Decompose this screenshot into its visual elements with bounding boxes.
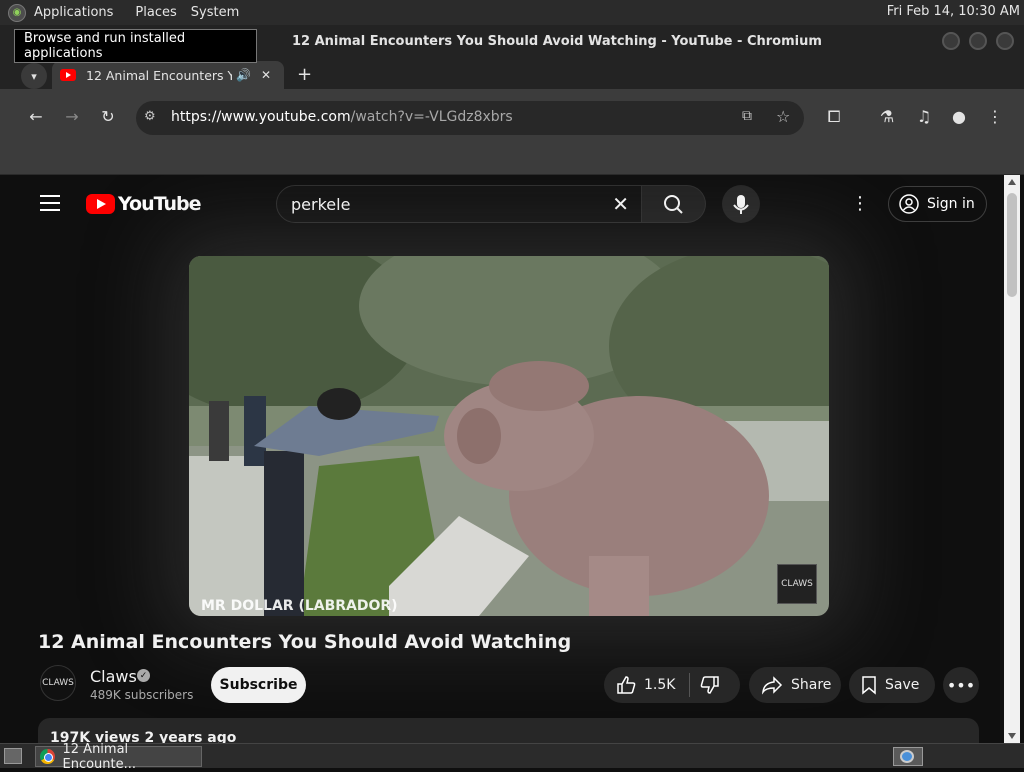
site-info-icon[interactable]: ⚙ — [144, 109, 156, 124]
description-box[interactable]: 197K views 2 years ago — [38, 718, 979, 743]
bookmark-star-icon[interactable]: ☆ — [776, 107, 790, 126]
tab-title: 12 Animal Encounters You Should Avoid Wa… — [86, 67, 232, 83]
youtube-logo[interactable]: YouTube — [86, 193, 201, 215]
scroll-up-icon[interactable] — [1008, 179, 1016, 185]
url-path: /watch?v=-VLGdz8xbrs — [350, 109, 513, 125]
tab-youtube[interactable]: 12 Animal Encounters You Should Avoid Wa… — [52, 61, 284, 89]
chrome-menu-icon[interactable]: ⋮ — [984, 107, 1006, 126]
subscribe-button[interactable]: Subscribe — [211, 667, 306, 703]
back-arrow-icon[interactable]: ← — [25, 107, 47, 126]
sign-in-button[interactable]: Sign in — [888, 186, 987, 222]
like-count[interactable]: 1.5K — [644, 677, 675, 693]
new-tab-button[interactable]: + — [297, 64, 312, 85]
places-menu[interactable]: Places — [135, 5, 176, 20]
save-button[interactable]: Save — [849, 667, 935, 703]
labs-flask-icon[interactable]: ⚗ — [876, 107, 898, 126]
maximize-button[interactable] — [969, 32, 987, 50]
thumbs-up-icon[interactable] — [616, 675, 636, 695]
tab-search-button[interactable]: ▾ — [21, 63, 47, 89]
system-menu[interactable]: System — [191, 5, 239, 20]
youtube-play-icon — [86, 194, 115, 214]
forward-arrow-icon[interactable]: → — [61, 107, 83, 126]
save-label: Save — [885, 677, 920, 693]
applications-tooltip: Browse and run installed applications — [14, 29, 257, 63]
microphone-icon — [733, 195, 749, 214]
show-desktop-button[interactable] — [4, 748, 22, 764]
user-circle-icon — [899, 194, 919, 214]
media-controls-icon[interactable]: ♫ — [913, 107, 935, 126]
minimize-button[interactable] — [942, 32, 960, 50]
url-text: https://www.youtube.com/watch?v=-VLGdz8x… — [171, 109, 513, 125]
workspace-switcher[interactable] — [893, 747, 923, 766]
share-button[interactable]: Share — [749, 667, 841, 703]
search-input[interactable] — [291, 194, 591, 214]
search-box: ✕ — [276, 185, 642, 223]
video-watermark: MR DOLLAR (LABRADOR) — [201, 598, 398, 614]
logo-text: YouTube — [118, 193, 201, 215]
close-window-button[interactable] — [996, 32, 1014, 50]
applications-menu[interactable]: Applications — [34, 5, 113, 20]
taskbar-window-label: 12 Animal Encounte... — [62, 741, 137, 772]
install-app-icon[interactable]: ⧉ — [742, 108, 752, 124]
bottom-taskbar: 12 Animal Encounte... — [0, 742, 1024, 772]
video-player[interactable]: MR DOLLAR (LABRADOR) CLAWS — [189, 256, 829, 616]
hamburger-menu-icon[interactable] — [40, 195, 60, 211]
clear-search-icon[interactable]: ✕ — [612, 192, 629, 216]
profile-icon[interactable]: ● — [948, 107, 970, 126]
close-tab-icon[interactable]: ✕ — [261, 68, 271, 82]
bookmark-icon — [862, 676, 876, 695]
channel-avatar[interactable]: CLAWS — [40, 665, 76, 701]
address-bar[interactable]: ⚙ https://www.youtube.com/watch?v=-VLGdz… — [136, 101, 804, 135]
like-divider — [689, 673, 691, 697]
more-horizontal-icon: ••• — [946, 675, 976, 695]
more-options-icon[interactable]: ⋮ — [851, 193, 869, 214]
window-title: 12 Animal Encounters You Should Avoid Wa… — [292, 34, 822, 49]
share-label: Share — [791, 677, 832, 693]
search-button[interactable] — [642, 185, 706, 223]
top-panel: ◉ Applications Places System Fri Feb 14,… — [0, 0, 1024, 25]
bookmarks-bar — [0, 147, 1024, 175]
panel-menus: ◉ Applications Places System — [0, 0, 239, 25]
voice-search-button[interactable] — [722, 185, 760, 223]
browser-toolbar: ← → ↻ ⚙ https://www.youtube.com/watch?v=… — [0, 89, 1024, 147]
chromium-icon — [40, 749, 55, 764]
page-scrollbar[interactable] — [1004, 175, 1020, 743]
reload-icon[interactable]: ↻ — [97, 107, 119, 126]
taskbar-chromium-window[interactable]: 12 Animal Encounte... — [35, 742, 202, 772]
sign-in-label: Sign in — [927, 196, 975, 212]
panel-clock[interactable]: Fri Feb 14, 10:30 AM — [887, 4, 1020, 19]
youtube-favicon-icon — [60, 69, 76, 81]
scrollbar-thumb[interactable] — [1007, 193, 1017, 297]
verified-check-icon: ✓ — [137, 669, 150, 682]
gnome-foot-icon[interactable]: ◉ — [8, 3, 26, 22]
channel-name[interactable]: Claws — [90, 667, 137, 686]
video-frame — [189, 256, 829, 616]
more-actions-button[interactable]: ••• — [943, 667, 979, 703]
video-title: 12 Animal Encounters You Should Avoid Wa… — [38, 631, 572, 653]
youtube-page: YouTube ✕ ⋮ Sign in — [13, 175, 1004, 743]
audio-playing-icon[interactable]: 🔊 — [236, 68, 251, 82]
thumbs-down-icon[interactable] — [700, 675, 720, 695]
chevron-down-icon: ▾ — [31, 69, 37, 83]
extensions-puzzle-icon[interactable]: ⧠ — [823, 107, 845, 127]
channel-watermark-badge[interactable]: CLAWS — [777, 564, 817, 604]
tab-strip: ▾ 12 Animal Encounters You Should Avoid … — [0, 61, 1024, 89]
subscriber-count: 489K subscribers — [90, 688, 194, 702]
workspace-window-icon — [900, 750, 914, 763]
share-arrow-icon — [761, 676, 783, 695]
url-host: https://www.youtube.com — [171, 109, 351, 125]
scroll-down-icon[interactable] — [1008, 733, 1016, 739]
like-dislike-group: 1.5K — [604, 667, 740, 703]
search-icon — [664, 195, 683, 214]
